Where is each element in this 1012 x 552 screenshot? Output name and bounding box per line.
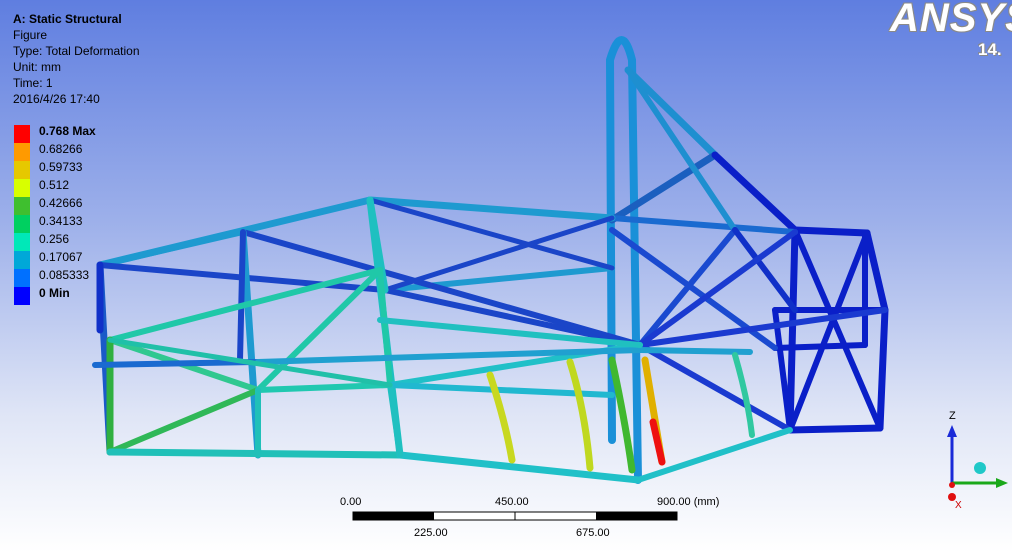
scale-label-225: 225.00 (414, 527, 448, 539)
graphics-viewport[interactable]: A: Static Structural Figure Type: Total … (0, 0, 1012, 552)
scale-label-675: 675.00 (576, 527, 610, 539)
scale-label-450: 450.00 (495, 496, 529, 508)
scale-label-0: 0.00 (340, 496, 362, 508)
scale-bar (352, 511, 678, 521)
z-axis-label: Z (949, 410, 956, 422)
coordinate-triad[interactable] (930, 405, 1012, 515)
x-axis-label: X (955, 500, 962, 511)
scale-label-900: 900.00 (mm) (657, 496, 720, 508)
